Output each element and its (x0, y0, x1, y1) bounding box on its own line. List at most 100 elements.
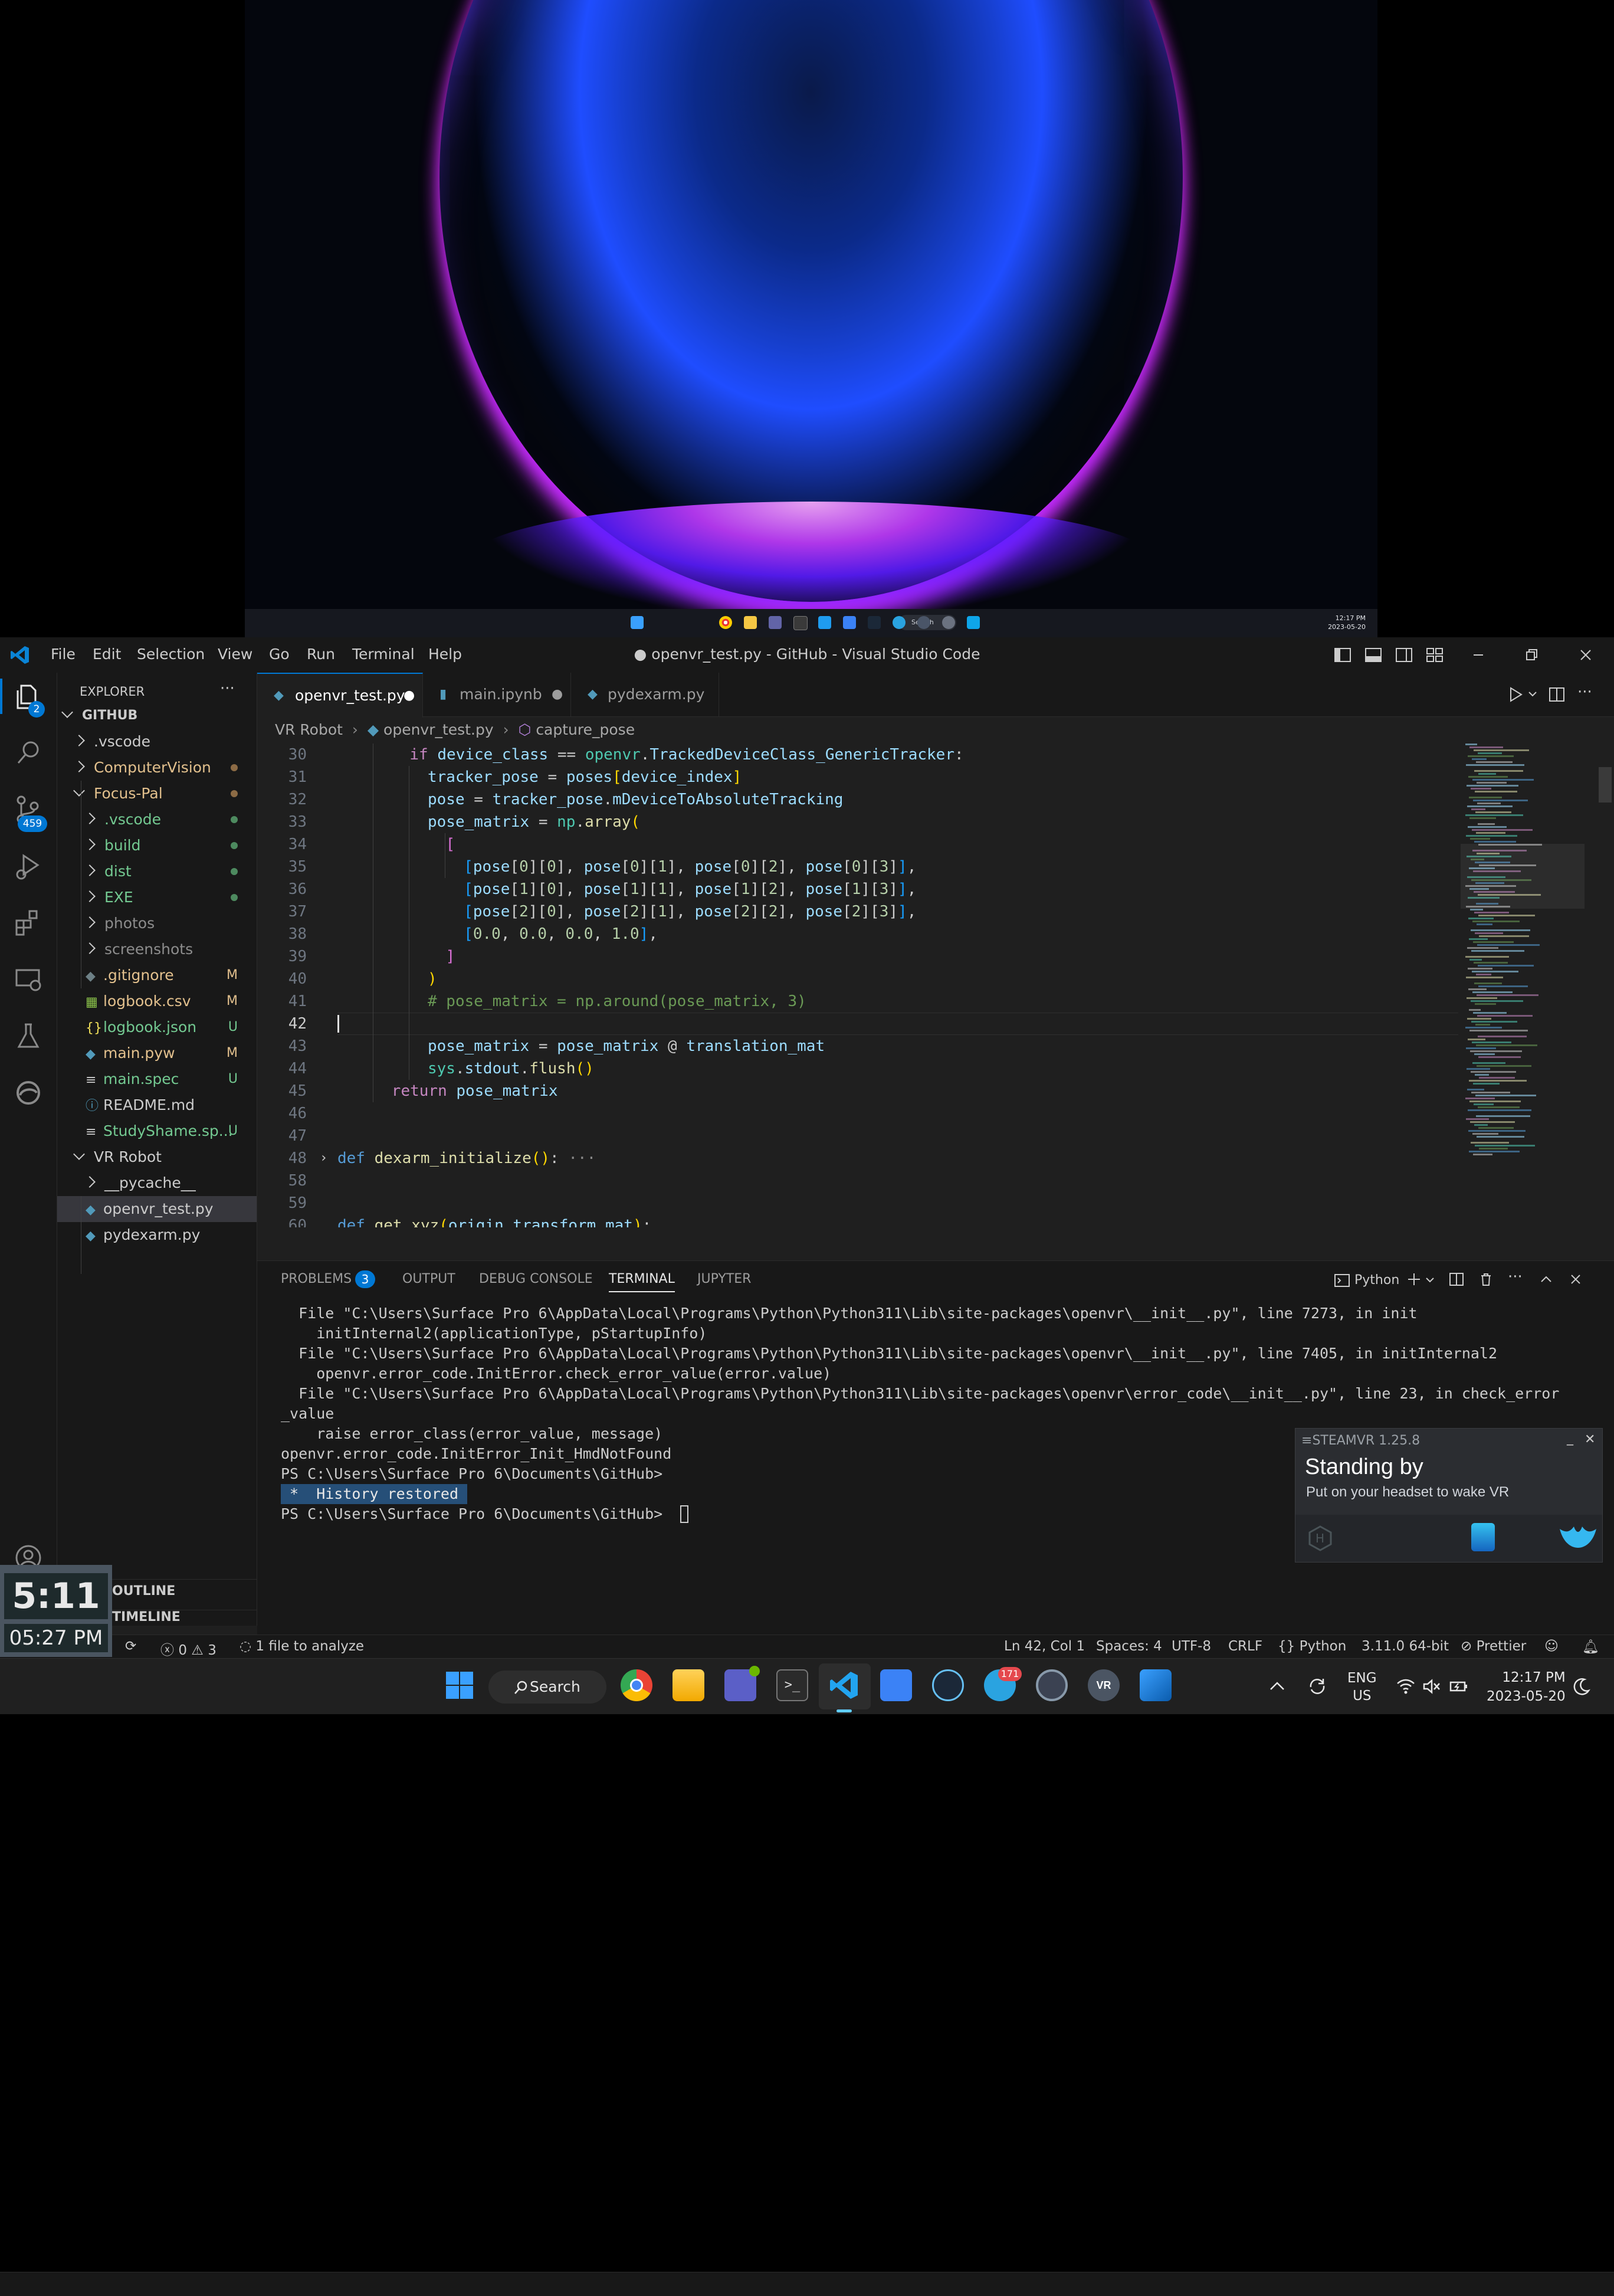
line-endings[interactable]: CRLF (1228, 1639, 1262, 1654)
tab-openvr-test[interactable]: ◆ openvr_test.py ● (257, 673, 423, 718)
language-mode[interactable]: {} Python (1278, 1639, 1346, 1654)
secondary-clock[interactable]: 12:17 PM 2023-05-20 (1328, 614, 1366, 631)
tree-item[interactable]: ▦ logbook.csv M (57, 988, 257, 1014)
breadcrumb-symbol[interactable]: capture_pose (536, 721, 635, 738)
problems-status[interactable]: ⓧ 0 ⚠ 3 (160, 1639, 216, 1659)
tree-item[interactable]: ComputerVision (57, 755, 257, 781)
outline-section[interactable]: OUTLINE (112, 1584, 175, 1599)
teams-icon[interactable] (769, 616, 782, 629)
split-terminal-icon[interactable] (1448, 1270, 1465, 1288)
clock-widget[interactable]: 5:11 05:27 PM (0, 1565, 112, 1657)
focus-moon-icon[interactable] (1572, 1676, 1592, 1696)
search-icon[interactable] (11, 735, 46, 771)
code-editor[interactable]: 30 31 32 33 34 35 36 37 38 39 40 41 42 43 44 45 46 47 48 58… (257, 744, 1461, 1227)
terminal-icon[interactable] (793, 616, 808, 630)
minimize-icon[interactable]: _ (1567, 1431, 1573, 1446)
edge-icon[interactable] (11, 1075, 46, 1111)
taskbar-clock[interactable]: 12:17 PM 2023-05-20 (1487, 1668, 1566, 1706)
photos-icon[interactable] (1140, 1669, 1172, 1701)
breadcrumb-folder[interactable]: VR Robot (275, 721, 343, 738)
menu-file[interactable]: File (51, 646, 76, 663)
tree-item[interactable]: ◆ .gitignore M (57, 962, 257, 988)
customize-layout-icon[interactable] (1424, 644, 1445, 666)
chevron-down-icon[interactable] (1527, 688, 1538, 700)
unsaved-dot-icon[interactable]: ● (404, 674, 415, 718)
close-icon[interactable]: ✕ (1585, 1432, 1595, 1447)
battery-charging-icon[interactable] (1449, 1676, 1469, 1696)
encoding[interactable]: UTF-8 (1172, 1639, 1211, 1654)
menu-run[interactable]: Run (307, 646, 335, 663)
tree-item[interactable]: ◆ pydexarm.py (57, 1222, 257, 1248)
tab-terminal[interactable]: TERMINAL (609, 1272, 675, 1292)
photos-icon[interactable] (967, 616, 980, 629)
timeline-section[interactable]: TIMELINE (112, 1610, 181, 1624)
toggle-primary-sidebar-icon[interactable] (1332, 644, 1353, 666)
input-language[interactable]: ENG US (1347, 1669, 1377, 1705)
extensions-icon[interactable] (11, 905, 46, 941)
chevron-up-icon[interactable] (1537, 1270, 1555, 1288)
minimap-viewport[interactable] (1461, 844, 1585, 909)
vr-icon[interactable] (942, 616, 955, 629)
menu-selection[interactable]: Selection (137, 646, 205, 663)
wifi-icon[interactable] (1396, 1676, 1416, 1696)
cursor-position[interactable]: Ln 42, Col 1 (1004, 1639, 1085, 1654)
close-window-icon[interactable] (1575, 644, 1596, 666)
notepad-icon[interactable] (843, 616, 856, 629)
settings-icon[interactable] (917, 616, 930, 629)
steamvr-icon[interactable]: VR (1088, 1669, 1120, 1701)
indentation[interactable]: Spaces: 4 (1096, 1639, 1162, 1654)
tab-output[interactable]: OUTPUT (402, 1272, 455, 1286)
tree-item[interactable]: photos (57, 910, 257, 936)
trash-icon[interactable] (1477, 1270, 1495, 1288)
tree-item[interactable]: __pycache__ (57, 1170, 257, 1196)
tree-item[interactable]: screenshots (57, 936, 257, 962)
start-icon[interactable] (631, 616, 644, 629)
menu-help[interactable]: Help (428, 646, 462, 663)
tree-item[interactable]: ⓘ README.md (57, 1092, 257, 1118)
menu-go[interactable]: Go (269, 646, 290, 663)
menu-terminal[interactable]: Terminal (352, 646, 415, 663)
tab-main-ipynb[interactable]: ▮ main.ipynb ● (423, 673, 571, 716)
tree-item[interactable]: Focus-Pal (57, 781, 257, 807)
analysis-status[interactable]: ◌ 1 file to analyze (240, 1639, 364, 1654)
vscode-icon[interactable] (818, 616, 831, 629)
tree-item[interactable]: .vscode (57, 807, 257, 833)
minimap[interactable] (1461, 744, 1585, 1227)
testing-icon[interactable] (11, 1018, 46, 1054)
notepad-icon[interactable] (880, 1669, 912, 1701)
remote-explorer-icon[interactable] (11, 962, 46, 997)
workspace-root[interactable]: GITHUB (61, 703, 137, 729)
tree-item[interactable]: VR Robot (57, 1144, 257, 1170)
steam-icon[interactable] (932, 1669, 964, 1701)
run-debug-icon[interactable] (11, 849, 46, 884)
new-terminal-icon[interactable] (1405, 1270, 1423, 1288)
close-panel-icon[interactable] (1567, 1270, 1585, 1288)
notifications-icon[interactable]: 🔔︎ (1582, 1639, 1599, 1655)
tab-debug-console[interactable]: DEBUG CONSOLE (479, 1272, 593, 1286)
telegram-icon[interactable] (893, 616, 906, 629)
onedrive-sync-icon[interactable] (1306, 1675, 1328, 1698)
toggle-panel-icon[interactable] (1363, 644, 1384, 666)
more-actions-icon[interactable]: ··· (1577, 683, 1592, 701)
toggle-secondary-sidebar-icon[interactable] (1393, 644, 1415, 666)
sync-icon[interactable]: ⟳ (125, 1639, 136, 1654)
folder-icon[interactable] (744, 616, 757, 629)
tree-item[interactable]: ≡ main.spec U (57, 1066, 257, 1092)
minimize-icon[interactable] (1468, 644, 1489, 666)
tree-item[interactable]: {}logbook.json U (57, 1014, 257, 1040)
tree-item[interactable]: build (57, 833, 257, 859)
tree-item[interactable]: EXE (57, 885, 257, 910)
chrome-icon[interactable] (621, 1669, 652, 1701)
run-file-icon[interactable] (1505, 684, 1526, 705)
start-windows-icon[interactable] (444, 1669, 475, 1701)
feedback-icon[interactable]: ☺ (1544, 1639, 1559, 1654)
tab-pydexarm[interactable]: ◆ pydexarm.py (571, 673, 719, 716)
restore-icon[interactable] (1521, 644, 1542, 666)
tree-item[interactable]: ◆ main.pyw M (57, 1040, 257, 1066)
taskbar-search[interactable]: Search (488, 1671, 606, 1704)
more-actions-icon[interactable]: ··· (1508, 1268, 1523, 1286)
volume-muted-icon[interactable] (1422, 1676, 1442, 1696)
chevron-up-icon[interactable] (1268, 1679, 1286, 1693)
tree-item[interactable]: .vscode (57, 729, 257, 755)
tree-item[interactable]: dist (57, 859, 257, 885)
